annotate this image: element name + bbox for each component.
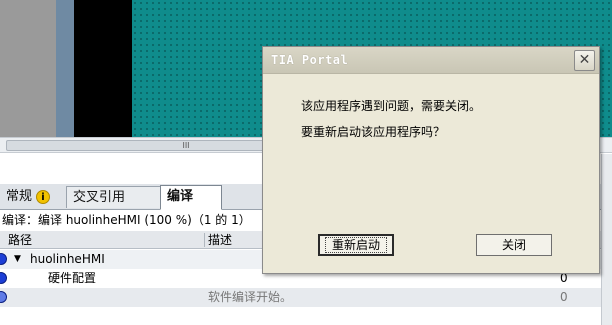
column-header-description[interactable]: 描述	[208, 231, 232, 249]
info-icon: i	[36, 189, 51, 204]
restart-button-label: 重新启动	[324, 237, 387, 253]
row-path: huolinheHMI	[30, 252, 105, 266]
tab-general-label: 常规	[6, 189, 33, 204]
tab-compile[interactable]: 编译	[160, 185, 222, 210]
dialog-title: TIA Portal	[271, 53, 349, 67]
editor-black-area	[74, 0, 132, 137]
left-panel-strip	[56, 0, 74, 137]
dialog-titlebar[interactable]: TIA Portal ✕	[263, 47, 599, 74]
tab-general[interactable]: 常规 i	[0, 186, 64, 208]
status-dot-icon	[0, 272, 7, 284]
dialog-message: 该应用程序遇到问题，需要关闭。	[301, 99, 482, 113]
status-dot-icon	[0, 253, 7, 265]
close-button[interactable]: 关闭	[476, 234, 552, 256]
table-row[interactable]: 软件编译开始。 0	[0, 288, 612, 307]
column-header-path[interactable]: 路径	[8, 231, 32, 249]
error-dialog: TIA Portal ✕ 该应用程序遇到问题，需要关闭。 要重新启动该应用程序吗…	[262, 46, 600, 274]
close-icon[interactable]: ✕	[574, 50, 595, 71]
status-dot-icon	[0, 291, 7, 303]
column-separator[interactable]	[204, 233, 205, 247]
dialog-question: 要重新启动该应用程序吗？	[301, 125, 446, 139]
row-count: 0	[560, 290, 568, 304]
tab-cross-reference[interactable]: 交叉引用	[66, 186, 162, 208]
row-description: 软件编译开始。	[208, 290, 293, 304]
expand-triangle-icon[interactable]: ▼	[14, 250, 21, 269]
restart-button[interactable]: 重新启动	[318, 234, 394, 256]
left-panel	[0, 0, 56, 137]
vertical-scrollbar[interactable]	[601, 154, 612, 325]
row-path: 硬件配置	[48, 271, 97, 285]
